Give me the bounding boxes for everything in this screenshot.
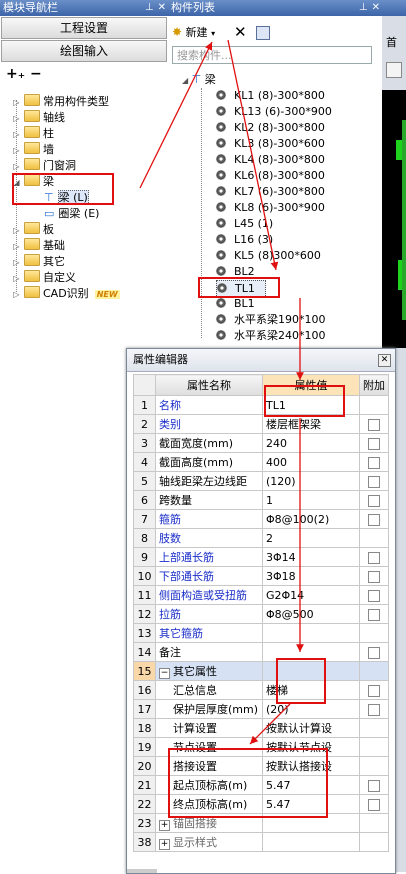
annotation-arrows (139, 39, 304, 745)
arrow-to-new-button (139, 41, 213, 189)
arrow-to-tl1 (227, 39, 279, 271)
arrow-to-elevations (249, 703, 291, 745)
